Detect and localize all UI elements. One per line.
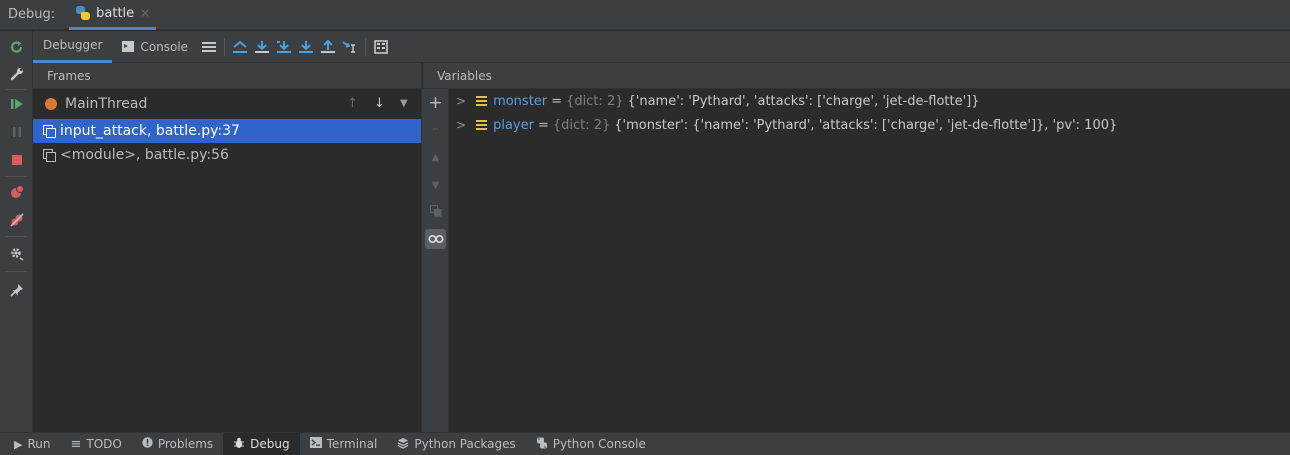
watches-icon[interactable] — [425, 229, 446, 249]
title-bar: Debug: battle × — [0, 0, 1290, 30]
pin-icon[interactable] — [8, 281, 26, 299]
toolbar-divider — [5, 271, 27, 272]
menu-icon[interactable] — [198, 37, 220, 57]
thread-label: MainThread — [65, 96, 148, 112]
tab-debug-label: Debug — [250, 437, 290, 451]
step-out-icon[interactable] — [317, 37, 339, 57]
run-to-cursor-icon[interactable] — [339, 37, 361, 57]
packages-icon — [397, 437, 409, 452]
resume-icon[interactable] — [8, 95, 26, 113]
tab-python-packages[interactable]: Python Packages — [387, 433, 525, 455]
copy-icon[interactable] — [425, 201, 446, 221]
show-execution-point-icon[interactable] — [229, 37, 251, 57]
terminal-icon — [309, 437, 322, 451]
arrow-up-icon[interactable]: ↑ — [347, 96, 358, 111]
variable-row[interactable]: > monster = {dict: 2} {'name': 'Pythard'… — [450, 89, 1290, 113]
variable-type: {dict: 2} — [552, 117, 611, 133]
variables-header: Variables — [423, 63, 1290, 89]
variable-value: {'monster': {'name': 'Pythard', 'attacks… — [614, 117, 1118, 133]
step-over-icon[interactable] — [251, 37, 273, 57]
tab-todo[interactable]: ≡ TODO — [60, 433, 131, 455]
tab-python-console-label: Python Console — [552, 437, 646, 451]
rerun-icon[interactable] — [8, 38, 26, 56]
frames-panel: Frames MainThread ↑ ↓ ▼ input_attack, ba… — [33, 63, 422, 432]
tab-label: battle — [96, 5, 135, 21]
python-icon — [536, 437, 548, 452]
frames-header: Frames — [33, 63, 421, 89]
tab-debugger[interactable]: Debugger — [33, 31, 113, 63]
tab-python-packages-label: Python Packages — [414, 437, 516, 451]
variable-name: monster — [493, 93, 548, 109]
chevron-right-icon[interactable]: > — [456, 118, 466, 132]
variable-value: {'name': 'Pythard', 'attacks': ['charge'… — [627, 93, 980, 109]
remove-watch-icon[interactable]: – — [425, 119, 446, 139]
variable-equals: = — [551, 93, 563, 109]
chevron-down-icon[interactable]: ▼ — [400, 98, 408, 109]
tab-debug[interactable]: Debug — [223, 432, 300, 455]
evaluate-expression-icon[interactable] — [370, 37, 392, 57]
play-icon: ▶ — [14, 437, 23, 451]
toolbar-divider — [5, 89, 27, 90]
tab-console-label: Console — [140, 39, 189, 54]
tab-battle[interactable]: battle × — [69, 0, 157, 30]
step-into-icon[interactable] — [273, 37, 295, 57]
debug-title: Debug: — [8, 7, 56, 22]
toolbar-divider — [5, 176, 27, 177]
dict-icon — [476, 120, 488, 130]
tab-console[interactable]: Console — [112, 31, 198, 63]
pause-icon[interactable] — [8, 123, 26, 141]
mute-breakpoints-icon[interactable] — [8, 211, 26, 229]
view-breakpoints-icon[interactable] — [8, 183, 26, 201]
gear-icon[interactable] — [8, 245, 26, 263]
variable-name: player — [493, 117, 534, 133]
frames-header-label: Frames — [47, 68, 91, 83]
tool-window-bar: ▶ Run ≡ TODO Problems Debug Terminal Pyt… — [0, 432, 1290, 455]
tab-terminal[interactable]: Terminal — [300, 433, 388, 455]
list-icon: ≡ — [70, 436, 82, 452]
toolbar-divider — [365, 37, 367, 56]
close-icon[interactable]: × — [140, 6, 150, 20]
step-into-my-code-icon[interactable] — [295, 37, 317, 57]
variable-row[interactable]: > player = {dict: 2} {'monster': {'name'… — [450, 113, 1290, 137]
dict-icon — [476, 96, 488, 106]
frame-icon — [43, 149, 56, 162]
chevron-right-icon[interactable]: > — [456, 94, 466, 108]
bug-icon — [233, 437, 245, 452]
add-watch-icon[interactable]: + — [425, 93, 446, 113]
tab-run-label: Run — [27, 437, 51, 451]
arrow-down-icon[interactable]: ↓ — [374, 96, 385, 111]
stop-icon[interactable] — [8, 151, 26, 169]
tab-run[interactable]: ▶ Run — [4, 433, 60, 455]
tab-debugger-label: Debugger — [43, 38, 103, 52]
tab-problems[interactable]: Problems — [132, 433, 223, 455]
tab-problems-label: Problems — [157, 437, 214, 451]
variable-equals: = — [537, 117, 549, 133]
variables-header-label: Variables — [437, 68, 492, 83]
problems-icon — [142, 437, 153, 451]
frame-item[interactable]: <module>, battle.py:56 — [33, 143, 421, 167]
variables-panel: > monster = {dict: 2} {'name': 'Pythard'… — [450, 89, 1290, 432]
console-icon — [122, 41, 135, 52]
move-up-icon[interactable]: ▲ — [425, 147, 446, 167]
frame-label: <module>, battle.py:56 — [60, 147, 229, 163]
move-down-icon[interactable]: ▼ — [425, 175, 446, 195]
wrench-icon[interactable] — [8, 65, 26, 83]
left-toolbar — [0, 31, 33, 432]
variable-type: {dict: 2} — [566, 93, 624, 109]
thread-status-icon — [45, 98, 57, 110]
python-icon — [75, 6, 91, 20]
toolbar-divider — [5, 236, 27, 237]
tab-todo-label: TODO — [86, 437, 122, 451]
tab-terminal-label: Terminal — [326, 437, 378, 451]
frame-item[interactable]: input_attack, battle.py:37 — [33, 119, 421, 143]
tab-python-console[interactable]: Python Console — [526, 433, 656, 455]
frame-icon — [43, 125, 56, 138]
toolbar-divider — [224, 37, 226, 56]
debug-toolbar: Debugger Console — [33, 31, 1290, 63]
variables-toolbar: + – ▲ ▼ — [422, 89, 449, 432]
frame-label: input_attack, battle.py:37 — [60, 123, 240, 139]
thread-selector[interactable]: MainThread ↑ ↓ ▼ — [33, 89, 421, 119]
